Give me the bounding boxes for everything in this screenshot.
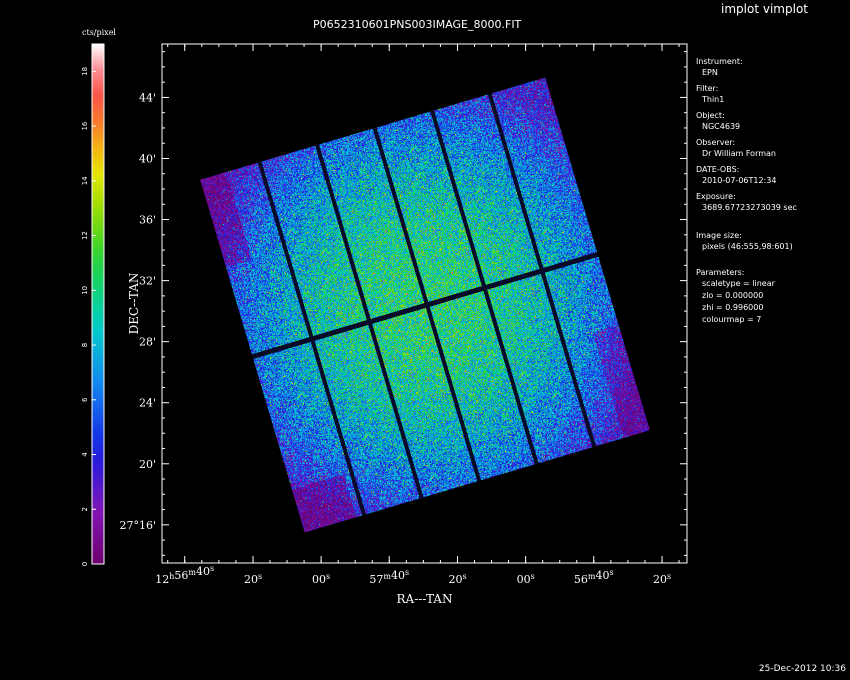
y-tick-label: 32' [139, 275, 156, 288]
info-label: Instrument: [696, 57, 743, 66]
x-tick-label: 57m40s [369, 568, 409, 586]
y-axis-label: DEC--TAN [127, 273, 141, 335]
x-tick-label: 20s [244, 572, 262, 586]
y-tick-label: 24' [139, 397, 156, 410]
y-tick-label: 28' [139, 336, 156, 349]
x-tick-label: 56m40s [574, 568, 614, 586]
info-value: Thin1 [702, 95, 725, 104]
detector-image [200, 77, 650, 533]
x-axis-label: RA---TAN [397, 592, 453, 606]
info-value: Dr William Forman [702, 149, 776, 158]
info-value: zlo = 0.000000 [702, 291, 764, 300]
y-tick-label: 27°16' [119, 519, 156, 532]
info-value: colourmap = 7 [702, 315, 762, 324]
info-value: scaletype = linear [702, 279, 775, 288]
x-tick-label: 00s [517, 572, 535, 586]
x-tick-label: 00s [312, 572, 330, 586]
timestamp: 25-Dec-2012 10:36 [758, 664, 846, 674]
info-value: zhi = 0.996000 [702, 303, 764, 312]
info-label: Parameters: [696, 268, 745, 277]
info-label: Image size: [696, 231, 742, 240]
y-tick-label: 20' [139, 458, 156, 471]
info-label: Filter: [696, 84, 719, 93]
info-value: 3689.67723273039 sec [702, 203, 797, 212]
y-tick-label: 44' [139, 91, 156, 104]
info-label: Exposure: [696, 192, 736, 201]
y-tick-label: 40' [139, 152, 156, 165]
info-label: Observer: [696, 138, 736, 147]
info-value: EPN [702, 68, 718, 77]
info-value: pixels (46:555,98:601) [702, 242, 793, 251]
info-label: Object: [696, 111, 725, 120]
x-tick-label: 20s [653, 572, 671, 586]
info-value: 2010-07-06T12:34 [702, 176, 777, 185]
x-tick-label: 12h56m40s [155, 564, 214, 586]
info-label: DATE-OBS: [696, 165, 740, 174]
info-value: NGC4639 [702, 122, 741, 131]
y-tick-label: 36' [139, 214, 156, 227]
x-tick-label: 20s [448, 572, 466, 586]
